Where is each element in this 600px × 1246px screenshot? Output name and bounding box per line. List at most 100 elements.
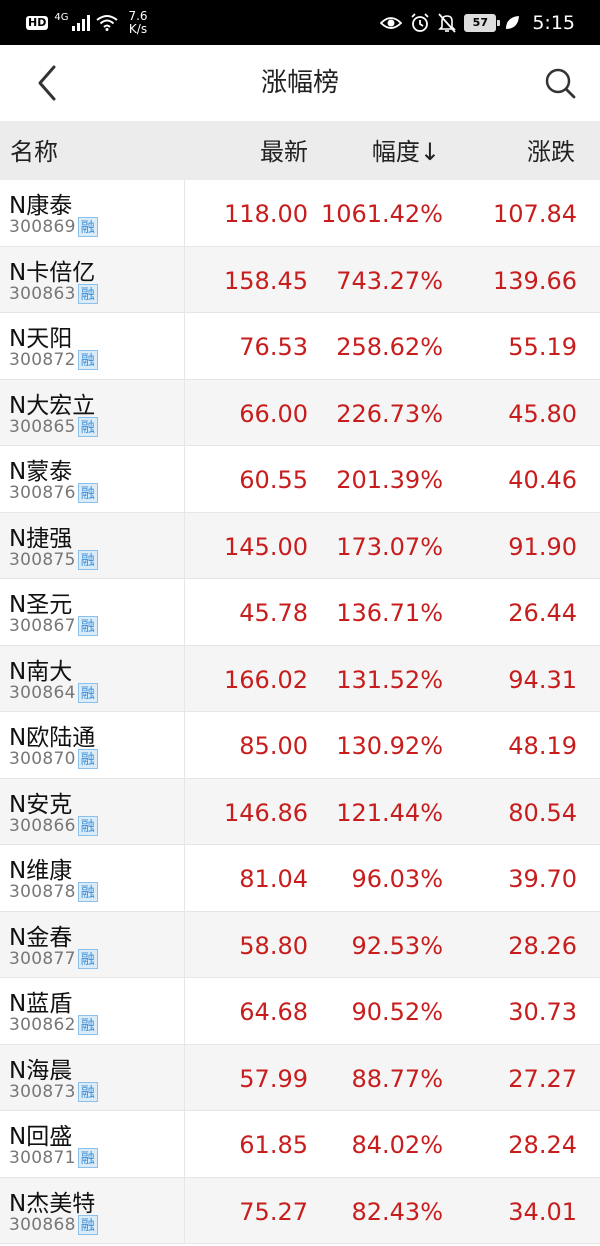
stock-name: N维康 [9,858,73,884]
change-percent: 121.44% [336,798,443,827]
column-latest[interactable]: 最新 [260,121,308,183]
stock-name: N欧陆通 [9,725,96,751]
status-bar: HD 4G 7.6 K/s 57 5:15 [0,0,600,45]
page-title: 涨幅榜 [260,68,339,98]
stock-name-cell: N卡倍亿 300863 融 [0,246,185,312]
network-type: 4G [54,12,69,23]
change-percent: 743.27% [336,266,443,295]
stock-code-wrap: 300876 融 [9,483,98,503]
search-icon [545,68,576,99]
stock-row[interactable]: N蓝盾 300862 融 64.68 90.52% 30.73 [0,978,600,1045]
margin-badge: 融 [77,682,98,703]
margin-badge: 融 [77,1148,98,1168]
change-percent: 84.02% [351,1131,443,1159]
stock-code: 300866 [9,815,76,836]
battery-icon: 57 [464,13,501,32]
stock-name-cell: N维康 300878 融 [0,845,185,911]
stock-name-cell: N欧陆通 300870 融 [0,712,185,778]
stock-name-cell: N杰美特 300868 融 [0,1177,185,1243]
eye-icon [380,16,403,29]
stock-row[interactable]: N海晨 300873 融 57.99 88.77% 27.27 [0,1044,600,1111]
stock-name: N天阳 [9,326,73,352]
stock-name: N杰美特 [9,1190,96,1217]
stock-name: N海晨 [9,1057,73,1084]
stock-code: 300864 [9,682,76,703]
margin-badge: 融 [77,749,98,769]
margin-badge: 融 [77,948,98,969]
stock-code-wrap: 300865 融 [9,416,98,437]
margin-badge: 融 [77,350,98,370]
latest-price: 118.00 [224,200,308,228]
price-change: 40.46 [508,466,577,494]
stock-code-wrap: 300863 融 [9,283,98,304]
stock-row[interactable]: N大宏立 300865 融 66.00 226.73% 45.80 [0,379,600,446]
stock-name: N金春 [9,924,73,951]
alarm-icon [411,12,429,32]
stock-code: 300878 [9,882,76,902]
change-percent: 201.39% [336,466,443,494]
stock-row[interactable]: N南大 300864 融 166.02 131.52% 94.31 [0,645,600,712]
stock-code: 300870 [9,749,76,769]
change-percent: 88.77% [351,1064,443,1093]
stock-code-wrap: 300878 融 [9,882,98,902]
stock-row[interactable]: N金春 300877 融 58.80 92.53% 28.26 [0,911,600,978]
mute-bell-icon [438,12,457,33]
column-change-sort[interactable]: 幅度↓ [372,121,440,183]
stock-row[interactable]: N圣元 300867 融 45.78 136.71% 26.44 [0,579,600,646]
latest-price: 45.78 [239,599,308,627]
price-change: 28.26 [508,931,577,960]
hd-badge: HD [26,15,49,30]
leaf-icon [506,15,520,29]
stock-row[interactable]: N卡倍亿 300863 融 158.45 743.27% 139.66 [0,246,600,313]
stock-name-cell: N大宏立 300865 融 [0,379,185,445]
stock-name: N蒙泰 [9,459,73,485]
change-percent: 1061.42% [320,200,443,228]
stock-row[interactable]: N捷强 300875 融 145.00 173.07% 91.90 [0,512,600,579]
stock-list: N康泰 300869 融 118.00 1061.42% 107.84 N卡倍亿 300863… [0,180,600,1244]
latest-price: 166.02 [224,665,308,694]
stock-row[interactable]: N维康 300878 融 81.04 96.03% 39.70 [0,845,600,912]
stock-name: N捷强 [9,525,73,552]
stock-row[interactable]: N安克 300866 融 146.86 121.44% 80.54 [0,778,600,845]
latest-price: 57.99 [239,1064,308,1093]
stock-name-cell: N蓝盾 300862 融 [0,978,185,1044]
stock-name-cell: N蒙泰 300876 融 [0,446,185,512]
column-name[interactable]: 名称 [10,121,58,183]
stock-row[interactable]: N杰美特 300868 融 75.27 82.43% 34.01 [0,1177,600,1244]
signal-icon [72,14,91,31]
stock-row[interactable]: N康泰 300869 融 118.00 1061.42% 107.84 [0,180,600,247]
stock-row[interactable]: N欧陆通 300870 融 85.00 130.92% 48.19 [0,712,600,779]
stock-name-cell: N安克 300866 融 [0,778,185,844]
stock-code: 300877 [9,948,76,969]
stock-name-cell: N捷强 300875 融 [0,512,185,578]
speed-value: 7.6 [128,8,148,23]
stock-code-wrap: 300864 融 [9,682,98,703]
stock-name: N南大 [9,658,73,685]
stock-row[interactable]: N蒙泰 300876 融 60.55 201.39% 40.46 [0,446,600,513]
column-diff[interactable]: 涨跌 [527,121,575,183]
price-change: 107.84 [493,200,577,228]
search-button[interactable] [540,63,580,103]
stock-code: 300871 [9,1148,76,1168]
stock-code-wrap: 300877 融 [9,948,98,969]
price-change: 28.24 [508,1131,577,1159]
stock-name: N回盛 [9,1124,73,1150]
stock-name: N康泰 [9,193,73,219]
price-change: 48.19 [508,732,577,760]
stock-code: 300863 [9,283,76,304]
stock-code-wrap: 300868 融 [9,1214,98,1235]
stock-code-wrap: 300873 融 [9,1081,98,1102]
stock-code: 300876 [9,483,76,503]
price-change: 26.44 [508,599,577,627]
stock-row[interactable]: N天阳 300872 融 76.53 258.62% 55.19 [0,313,600,380]
price-change: 27.27 [508,1064,577,1093]
stock-name: N卡倍亿 [9,259,96,286]
margin-badge: 融 [77,1015,98,1035]
price-change: 94.31 [508,665,577,694]
stock-code: 300867 [9,616,76,636]
latest-price: 60.55 [239,466,308,494]
column-header: 名称 最新 幅度↓ 涨跌 [0,121,600,180]
stock-row[interactable]: N回盛 300871 融 61.85 84.02% 28.24 [0,1111,600,1178]
latest-price: 75.27 [239,1197,308,1226]
margin-badge: 融 [77,1214,98,1235]
